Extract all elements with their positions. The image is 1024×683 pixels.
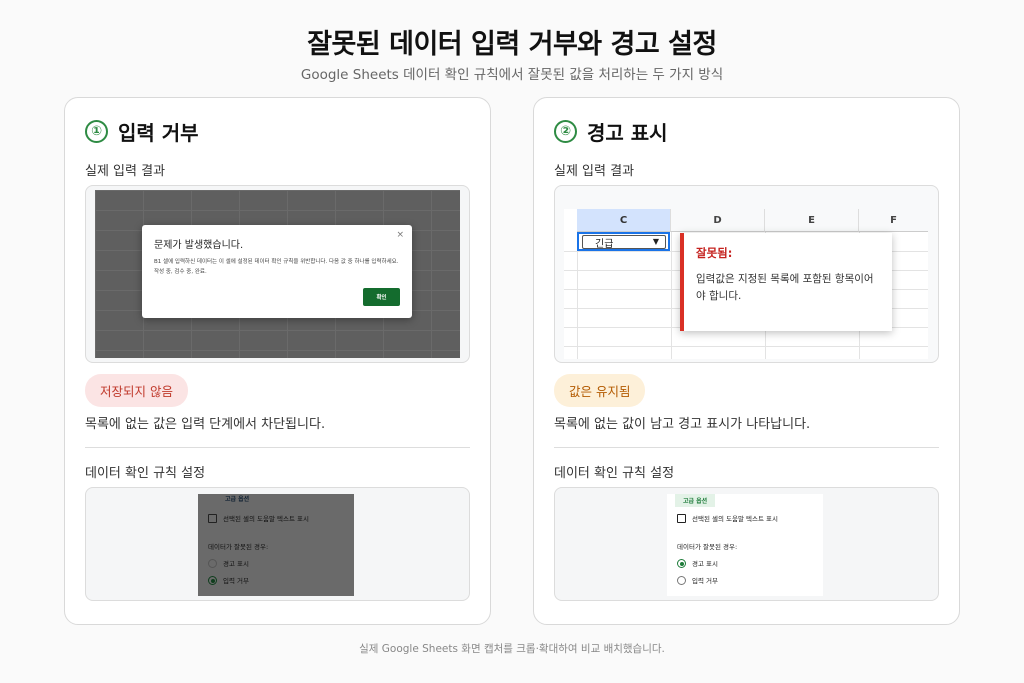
col-line	[577, 232, 578, 359]
column-header-e[interactable]: E	[765, 209, 859, 232]
result-label: 실제 입력 결과	[85, 164, 166, 179]
error-dialog: 문제가 발생했습니다. × B1 셀에 입력하신 데이터는 이 셀에 설정된 데…	[142, 225, 412, 318]
panel-show-warning: ② 경고 표시 실제 입력 결과 C D E F 긴급 ▼ 잘못됨: 입력값은 …	[533, 97, 960, 625]
advanced-options-tab[interactable]: 고급 옵션	[225, 494, 249, 503]
radio-reject-label: 입력 거부	[223, 577, 249, 585]
rules-screenshot: 고급 옵션 선택된 셀의 도움말 텍스트 표시 데이터가 잘못된 경우: 경고 …	[85, 487, 470, 601]
dialog-title: 문제가 발생했습니다.	[154, 240, 244, 251]
dropdown-arrow-icon[interactable]: ▼	[653, 237, 659, 246]
divider	[554, 447, 939, 448]
radio-reject[interactable]: 입력 거부	[677, 575, 718, 585]
invalid-data-label: 데이터가 잘못된 경우:	[208, 541, 268, 551]
dialog-message: B1 셀에 입력하신 데이터는 이 셀에 설정된 데이터 확인 규칙을 위반합니…	[154, 259, 399, 275]
reject-result-screenshot: 문제가 발생했습니다. × B1 셀에 입력하신 데이터는 이 셀에 설정된 데…	[85, 185, 470, 363]
radio-reject[interactable]: 입력 거부	[208, 575, 249, 585]
ok-button[interactable]: 확인	[363, 288, 400, 306]
warning-popup: 잘못됨: 입력값은 지정된 목록에 포함된 항목이어야 합니다.	[680, 233, 892, 331]
panel-number: ②	[554, 120, 577, 143]
rules-settings: 고급 옵션 선택된 셀의 도움말 텍스트 표시 데이터가 잘못된 경우: 경고 …	[198, 494, 354, 596]
column-header-c[interactable]: C	[577, 209, 671, 232]
invalid-data-text: 데이터가 잘못된 경우:	[208, 543, 269, 551]
help-text-label: 선택된 셀의 도움말 텍스트 표시	[692, 515, 779, 523]
radio-selected-icon[interactable]	[208, 575, 217, 585]
rules-label: 데이터 확인 규칙 설정	[554, 466, 675, 481]
selected-cell[interactable]: 긴급 ▼	[577, 232, 670, 251]
advanced-options-tab[interactable]: 고급 옵션	[675, 494, 716, 507]
checkbox-icon[interactable]	[677, 513, 686, 523]
panel-title: ② 경고 표시	[554, 117, 668, 146]
warning-message: 입력값은 지정된 목록에 포함된 항목이어야 합니다.	[696, 273, 874, 302]
invalid-data-text: 데이터가 잘못된 경우:	[677, 543, 738, 551]
rules-label: 데이터 확인 규칙 설정	[85, 466, 206, 481]
result-label: 실제 입력 결과	[554, 164, 635, 179]
sheet-grid: C D E F 긴급 ▼ 잘못됨: 입력값은 지정된 목록에 포함된 항목이어야…	[564, 209, 928, 359]
col-line	[671, 232, 672, 359]
radio-icon[interactable]	[677, 575, 686, 585]
invalid-data-label: 데이터가 잘못된 경우:	[677, 541, 737, 551]
radio-warn-label: 경고 표시	[692, 560, 718, 568]
close-icon[interactable]: ×	[396, 230, 404, 240]
checkbox-icon[interactable]	[208, 513, 217, 523]
panel-title: ① 입력 거부	[85, 117, 199, 146]
sheet-top	[564, 186, 928, 209]
radio-selected-icon[interactable]	[677, 558, 686, 568]
rules-settings: 고급 옵션 선택된 셀의 도움말 텍스트 표시 데이터가 잘못된 경우: 경고 …	[667, 494, 823, 596]
radio-warn[interactable]: 경고 표시	[677, 558, 718, 568]
help-text-label: 선택된 셀의 도움말 텍스트 표시	[223, 515, 310, 523]
dropdown-chip[interactable]: 긴급 ▼	[582, 235, 666, 250]
page-title: 잘못된 데이터 입력 거부와 경고 설정	[307, 29, 717, 60]
row-line	[564, 346, 928, 347]
panel-name: 입력 거부	[118, 121, 199, 145]
panel-name: 경고 표시	[587, 121, 668, 145]
page-subtitle: Google Sheets 데이터 확인 규칙에서 잘못된 값을 처리하는 두 …	[300, 67, 724, 83]
help-text-option[interactable]: 선택된 셀의 도움말 텍스트 표시	[208, 513, 309, 523]
panel-description: 목록에 없는 값이 남고 경고 표시가 나타납니다.	[554, 417, 811, 432]
help-text-option[interactable]: 선택된 셀의 도움말 텍스트 표시	[677, 513, 778, 523]
footer-note: 실제 Google Sheets 화면 캡처를 크롭·확대하여 비교 배치했습니…	[359, 643, 665, 655]
column-header-f[interactable]: F	[859, 209, 928, 232]
radio-warn-label: 경고 표시	[223, 560, 249, 568]
column-header-d[interactable]: D	[671, 209, 765, 232]
status-badge: 값은 유지됨	[554, 374, 646, 407]
status-badge: 저장되지 않음	[85, 374, 188, 407]
rules-screenshot: 고급 옵션 선택된 셀의 도움말 텍스트 표시 데이터가 잘못된 경우: 경고 …	[554, 487, 939, 601]
radio-icon[interactable]	[208, 558, 217, 568]
warning-title: 잘못됨:	[696, 246, 733, 260]
radio-warn[interactable]: 경고 표시	[208, 558, 249, 568]
divider	[85, 447, 470, 448]
panel-description: 목록에 없는 값은 입력 단계에서 차단됩니다.	[85, 417, 326, 432]
radio-reject-label: 입력 거부	[692, 577, 718, 585]
warning-result-screenshot: C D E F 긴급 ▼ 잘못됨: 입력값은 지정된 목록에 포함된 항목이어야…	[554, 185, 939, 363]
chip-value: 긴급	[595, 238, 614, 250]
panel-reject-input: ① 입력 거부 실제 입력 결과 문제가 발생했습니다. × B1 셀에 입력하…	[64, 97, 491, 625]
panel-number: ①	[85, 120, 108, 143]
